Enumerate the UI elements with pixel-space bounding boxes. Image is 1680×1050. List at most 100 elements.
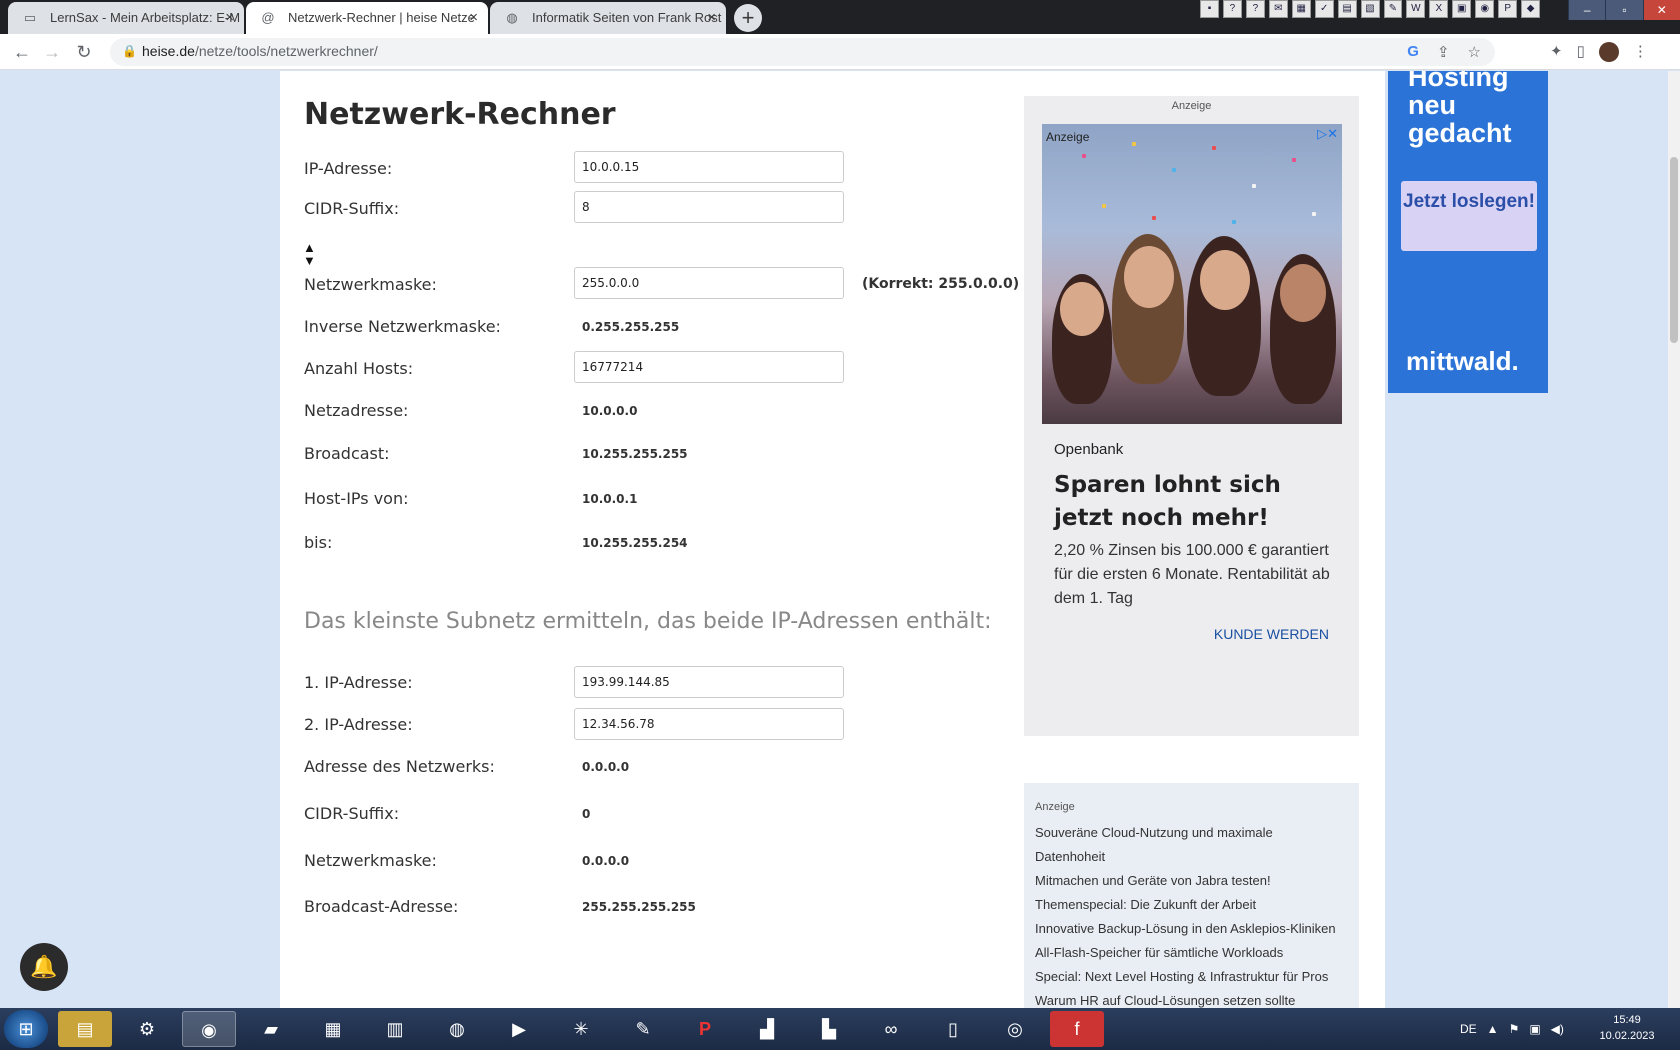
ad-headline[interactable]: Sparen lohnt sich jetzt noch mehr!	[1054, 469, 1344, 535]
mittwald-cta-button[interactable]: Jetzt loslegen!	[1401, 181, 1537, 251]
confetti	[1212, 146, 1216, 150]
media-player-icon[interactable]: ▶	[492, 1011, 546, 1047]
gear-app-icon[interactable]: ⚙	[120, 1011, 174, 1047]
cidr-input[interactable]: 8	[574, 191, 844, 223]
chrome-icon[interactable]: ◉	[182, 1011, 236, 1047]
app-icon[interactable]: ▤	[1337, 0, 1357, 18]
explorer-icon[interactable]: ▤	[58, 1011, 112, 1047]
sponsored-link[interactable]: Warum HR auf Cloud-Lösungen setzen sollt…	[1035, 989, 1336, 1008]
google-icon[interactable]: G	[1407, 43, 1419, 61]
app-icon[interactable]: ✎	[1383, 0, 1403, 18]
address-bar[interactable]: 🔒 heise.de/netze/tools/netzwerkrechner/ …	[110, 38, 1495, 66]
cidr-stepper[interactable]: ▲ ▼	[303, 241, 319, 267]
new-tab-button[interactable]: +	[734, 4, 762, 32]
calculator-icon[interactable]: ▥	[368, 1011, 422, 1047]
app-icon[interactable]: P	[678, 1011, 732, 1047]
stepper-down-icon[interactable]: ▼	[303, 254, 319, 267]
paint-icon[interactable]: ✎	[616, 1011, 670, 1047]
forward-arrow-icon[interactable]: →	[40, 40, 64, 64]
ad-cta-link[interactable]: KUNDE WERDEN	[1214, 626, 1329, 642]
network-icon[interactable]: ▣	[1529, 1022, 1540, 1036]
share-icon[interactable]: ⇪	[1437, 43, 1450, 61]
ad-close-icon[interactable]: ▷✕	[1317, 126, 1338, 142]
app-icon[interactable]: ▣	[1452, 0, 1472, 18]
start-button[interactable]: ⊞	[4, 1010, 48, 1048]
flag-icon[interactable]: ⚑	[1509, 1022, 1520, 1036]
windows-taskbar: ⊞ ▤ ⚙ ◉ ▰ ▦ ▥ ◍ ▶ ✳ ✎ P ▟ ▙ ∞ ▯ ◎ f DE ▲…	[0, 1008, 1680, 1050]
mask-input[interactable]: 255.0.0.0	[574, 267, 844, 299]
globe-app-icon[interactable]: ◍	[430, 1011, 484, 1047]
app-icon[interactable]: ▰	[244, 1011, 298, 1047]
app-icon[interactable]: ?	[1222, 0, 1242, 18]
mask-correct-note: (Korrekt: 255.0.0.0)	[862, 276, 1020, 292]
tab-netzwerk-rechner[interactable]: @ Netzwerk-Rechner | heise Netze ×	[246, 2, 488, 34]
side-panel-icon[interactable]: ▯	[1577, 42, 1585, 62]
app-icon[interactable]: ?	[1245, 0, 1265, 18]
app-icon[interactable]: ✉	[1268, 0, 1288, 18]
hosts-input[interactable]: 16777214	[574, 351, 844, 383]
app-icon[interactable]: ▦	[1291, 0, 1311, 18]
page-scrollbar[interactable]	[1668, 71, 1680, 1008]
page-title: Netzwerk-Rechner	[304, 97, 616, 132]
sponsored-link[interactable]: Mitmachen und Geräte von Jabra testen!	[1035, 869, 1336, 893]
app-icon[interactable]: ✳	[554, 1011, 608, 1047]
taskbar-clock[interactable]: 15:49 10.02.2023	[1592, 1012, 1662, 1044]
app-icon[interactable]: P	[1498, 0, 1518, 18]
sponsored-link[interactable]: Innovative Backup-Lösung in den Asklepio…	[1035, 917, 1336, 941]
back-arrow-icon[interactable]: ←	[10, 40, 34, 64]
ip-input[interactable]: 10.0.0.15	[574, 151, 844, 183]
app-icon[interactable]: ▙	[802, 1011, 856, 1047]
notification-bell-button[interactable]: 🔔	[20, 943, 68, 991]
app-icon[interactable]: ◆	[1521, 0, 1541, 18]
tab-title: Informatik Seiten von Frank Rost	[532, 10, 722, 25]
ip1-input[interactable]: 193.99.144.85	[574, 666, 844, 698]
app-icon[interactable]: ▦	[306, 1011, 360, 1047]
arduino-icon[interactable]: ∞	[864, 1011, 918, 1047]
app-icon[interactable]: ✓	[1314, 0, 1334, 18]
close-icon[interactable]: ×	[707, 2, 716, 34]
cidr-label: CIDR-Suffix:	[304, 199, 400, 218]
close-icon[interactable]: ×	[225, 2, 234, 34]
app-icon[interactable]: ▟	[740, 1011, 794, 1047]
app-icon[interactable]: ◎	[988, 1011, 1042, 1047]
ip2-input[interactable]: 12.34.56.78	[574, 708, 844, 740]
sponsored-link[interactable]: Datenhoheit	[1035, 845, 1336, 869]
scrollbar-thumb[interactable]	[1670, 157, 1678, 343]
window-controls: – ▫ ✕	[1568, 0, 1680, 20]
sponsored-link[interactable]: All-Flash-Speicher für sämtliche Workloa…	[1035, 941, 1336, 965]
menu-icon[interactable]: ⋮	[1633, 42, 1648, 62]
host-to-label: bis:	[304, 533, 333, 552]
tab-informatik[interactable]: ◍ Informatik Seiten von Frank Rost ×	[490, 2, 726, 34]
broadcast-label: Broadcast:	[304, 444, 390, 463]
tray-expand-icon[interactable]: ▲	[1487, 1022, 1499, 1036]
maximize-button[interactable]: ▫	[1605, 0, 1643, 20]
close-window-button[interactable]: ✕	[1642, 0, 1680, 20]
tab-lernsax[interactable]: ▭ LernSax - Mein Arbeitsplatz: E-M ×	[8, 2, 244, 34]
sponsored-link[interactable]: Special: Next Level Hosting & Infrastruk…	[1035, 965, 1336, 989]
subnet-mask-label: Netzwerkmaske:	[304, 851, 437, 870]
app-icon[interactable]: W	[1406, 0, 1426, 18]
app-icon[interactable]: ▧	[1360, 0, 1380, 18]
openbank-ad[interactable]: Anzeige Anzeige ▷✕ Openbank Sparen lohnt…	[1024, 96, 1359, 736]
close-icon[interactable]: ×	[469, 2, 478, 34]
sponsored-link[interactable]: Themenspecial: Die Zukunft der Arbeit	[1035, 893, 1336, 917]
app-icon[interactable]: ▯	[926, 1011, 980, 1047]
confetti	[1292, 158, 1296, 162]
reload-icon[interactable]: ↻	[72, 40, 96, 64]
app-icon[interactable]: ◉	[1475, 0, 1495, 18]
app-icon[interactable]: f	[1050, 1011, 1104, 1047]
mittwald-ad[interactable]: Hosting neu gedacht Jetzt loslegen! mitt…	[1388, 71, 1548, 393]
minimize-button[interactable]: –	[1568, 0, 1606, 20]
toolbar-actions: ✦ ▯ ⋮	[1550, 42, 1648, 62]
volume-icon[interactable]: ◀)	[1551, 1022, 1564, 1036]
ad-brand: Openbank	[1054, 441, 1124, 458]
app-icon[interactable]: ▪	[1200, 0, 1219, 18]
profile-avatar[interactable]	[1598, 42, 1619, 62]
sponsored-link[interactable]: Souveräne Cloud-Nutzung und maximale	[1035, 821, 1336, 845]
ad-image[interactable]: Anzeige ▷✕	[1042, 124, 1342, 424]
bookmark-star-icon[interactable]: ☆	[1468, 43, 1481, 61]
extensions-icon[interactable]: ✦	[1550, 42, 1563, 62]
person-face	[1060, 282, 1104, 336]
app-icon[interactable]: X	[1429, 0, 1449, 18]
language-indicator[interactable]: DE	[1460, 1022, 1477, 1036]
